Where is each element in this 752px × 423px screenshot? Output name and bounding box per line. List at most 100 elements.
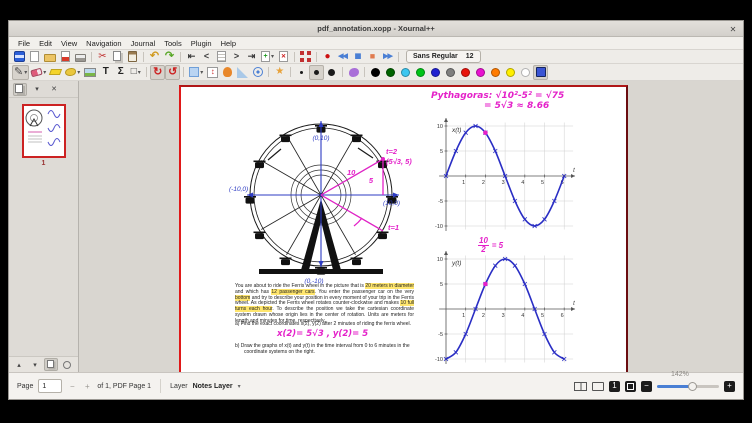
menu-edit[interactable]: Edit [35, 38, 56, 49]
vertical-space-tool-button[interactable]: ↕ [205, 65, 220, 80]
font-button[interactable]: Sans Regular12 [406, 50, 481, 63]
undo-button[interactable]: ↶ [147, 50, 162, 63]
color-gray-button[interactable] [443, 65, 458, 80]
presentation-mode-icon[interactable] [592, 382, 604, 391]
hand-tool-button[interactable] [220, 65, 235, 80]
rewind-button[interactable]: ◀◀ [335, 50, 350, 63]
sidebar-close[interactable]: ✕ [47, 83, 61, 96]
first-page-button[interactable]: ⇤ [184, 50, 199, 63]
svg-text:4: 4 [521, 313, 524, 319]
fit-width-button[interactable] [625, 381, 636, 392]
menu-help[interactable]: Help [217, 38, 240, 49]
page-number-input[interactable] [38, 379, 62, 393]
record-audio-button[interactable]: ● [320, 50, 335, 63]
shape-tool-button[interactable]: □▾ [128, 65, 143, 80]
fullscreen-button[interactable] [298, 50, 313, 63]
axis-label-top: (0,10) [313, 135, 330, 142]
highlighter-tool-button[interactable] [48, 65, 63, 80]
sidebar-goto-page[interactable] [60, 358, 74, 371]
eraser-tool-dropdown-icon[interactable]: ▾ [43, 69, 46, 76]
color-blue-button[interactable] [428, 65, 443, 80]
tex-tool-button[interactable]: Σ [113, 65, 128, 80]
page-decrement-button[interactable]: − [67, 382, 77, 391]
zoom-in-button[interactable]: + [724, 381, 735, 392]
next-page-button[interactable]: > [229, 50, 244, 63]
color-green-button[interactable] [413, 65, 428, 80]
sidebar-page-up[interactable]: ▴ [12, 358, 26, 371]
select-lasso-tool-dropdown-icon[interactable]: ▾ [77, 69, 80, 76]
shape-recognizer-button[interactable]: ★ [272, 65, 287, 80]
color-white-button[interactable] [518, 65, 533, 80]
zoom-out-button[interactable]: − [641, 381, 652, 392]
color-cyan-button[interactable] [398, 65, 413, 80]
rotation-snapping-icon: ↻ [153, 67, 162, 78]
paste-button[interactable] [125, 50, 140, 63]
save-button[interactable] [12, 50, 27, 63]
color-red-button[interactable] [458, 65, 473, 80]
pause-button[interactable]: ▮▮ [350, 50, 365, 63]
page-increment-button[interactable]: + [82, 382, 92, 391]
sidebar-duplicate-page[interactable] [44, 358, 58, 371]
document-canvas[interactable]: (0,10) (-10,0) (10,0) (0,-10) [79, 81, 743, 372]
new-page-after-button[interactable]: +▾ [259, 50, 276, 63]
redo-button[interactable]: ↷ [162, 50, 177, 63]
color-dark-green-button[interactable] [383, 65, 398, 80]
forward-button[interactable]: ▶▶ [380, 50, 395, 63]
color-yellow-button[interactable] [503, 65, 518, 80]
menu-view[interactable]: View [57, 38, 81, 49]
two-page-view-icon[interactable] [574, 382, 587, 391]
rotation-snapping-button[interactable]: ↻ [150, 65, 165, 80]
menu-journal[interactable]: Journal [127, 38, 160, 49]
print-button[interactable] [73, 50, 88, 63]
window-close-icon[interactable]: ✕ [727, 23, 739, 35]
fit-page-button[interactable]: 1 [609, 381, 620, 392]
thickness-medium-button[interactable] [309, 65, 324, 80]
menu-file[interactable]: File [14, 38, 34, 49]
select-rectangle-button[interactable]: ▾ [187, 65, 205, 80]
layer-dropdown-icon[interactable]: ▾ [238, 383, 241, 390]
thickness-fine-button[interactable] [294, 65, 309, 80]
svg-text:3: 3 [502, 313, 505, 319]
new-document-button[interactable] [27, 50, 42, 63]
color-magenta-button[interactable] [473, 65, 488, 80]
sidebar-dropdown[interactable]: ▾ [30, 83, 44, 96]
eraser-tool-button[interactable]: ▾ [29, 65, 48, 80]
delete-page-button[interactable]: ✕ [276, 50, 291, 63]
color-chooser-button[interactable] [533, 65, 548, 80]
previous-page-button[interactable]: < [199, 50, 214, 63]
menu-navigation[interactable]: Navigation [82, 38, 125, 49]
image-tool-button[interactable] [82, 65, 98, 80]
setsquare-tool-button[interactable] [235, 65, 250, 80]
shape-tool-dropdown-icon[interactable]: ▾ [138, 69, 141, 76]
sidebar-pages-tab[interactable] [13, 83, 27, 96]
cut-button[interactable]: ✂ [95, 50, 110, 63]
last-page-button[interactable]: ⇥ [244, 50, 259, 63]
stop-button[interactable]: ■ [365, 50, 380, 63]
zoom-slider-knob[interactable] [688, 382, 697, 391]
first-page-icon: ⇤ [188, 52, 196, 61]
zoom-slider[interactable]: 142% [657, 379, 719, 393]
grid-snapping-button[interactable]: ↺ [165, 65, 180, 80]
open-folder-button[interactable] [42, 50, 58, 63]
pen-tool-dropdown-icon[interactable]: ▾ [24, 69, 27, 76]
pen-tool-button[interactable]: ✎▾ [12, 65, 29, 80]
svg-text:10: 10 [437, 257, 443, 263]
compass-tool-button[interactable] [250, 65, 265, 80]
new-page-after-dropdown-icon[interactable]: ▾ [271, 53, 274, 60]
menu-plugin[interactable]: Plugin [187, 38, 216, 49]
page-preview-button[interactable] [214, 50, 229, 63]
layer-selector[interactable]: Notes Layer [193, 383, 233, 390]
color-orange-button[interactable] [488, 65, 503, 80]
fill-toggle-button[interactable] [346, 65, 361, 80]
menu-tools[interactable]: Tools [160, 38, 186, 49]
sidebar-page-down[interactable]: ▾ [28, 358, 42, 371]
select-rectangle-dropdown-icon[interactable]: ▾ [200, 69, 203, 76]
text-tool-button[interactable]: T [98, 65, 113, 80]
copy-button[interactable] [110, 50, 125, 63]
export-pdf-button[interactable] [58, 50, 73, 63]
select-lasso-tool-button[interactable]: ▾ [63, 65, 82, 80]
pdf-page[interactable]: (0,10) (-10,0) (10,0) (0,-10) [179, 85, 628, 372]
color-black-button[interactable] [368, 65, 383, 80]
thickness-thick-button[interactable] [324, 65, 339, 80]
page-thumbnail[interactable] [22, 104, 66, 158]
